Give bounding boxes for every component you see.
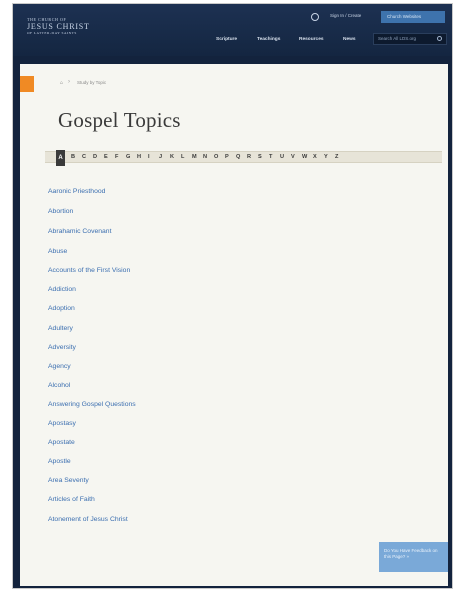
- nav-news[interactable]: News: [343, 37, 356, 42]
- topic-link[interactable]: Area Seventy: [48, 477, 89, 484]
- topic-link[interactable]: Articles of Faith: [48, 496, 95, 503]
- letter-z[interactable]: Z: [335, 154, 338, 160]
- home-icon[interactable]: ⌂: [60, 80, 63, 86]
- topic-link[interactable]: Alcohol: [48, 382, 70, 389]
- topic-link[interactable]: Abrahamic Covenant: [48, 228, 111, 235]
- topic-link[interactable]: Adversity: [48, 344, 76, 351]
- topic-link[interactable]: Atonement of Jesus Christ: [48, 516, 128, 523]
- topic-link[interactable]: Aaronic Priesthood: [48, 188, 105, 195]
- letter-v[interactable]: V: [291, 154, 295, 160]
- search-input[interactable]: Search All LDS.org: [373, 33, 447, 45]
- church-logo[interactable]: THE CHURCH OF JESUS CHRIST OF LATTER-DAY…: [27, 18, 90, 36]
- letter-u[interactable]: U: [280, 154, 284, 160]
- letter-o[interactable]: O: [214, 154, 218, 160]
- topic-link[interactable]: Accounts of the First Vision: [48, 267, 130, 274]
- letter-q[interactable]: Q: [236, 154, 240, 160]
- letter-b[interactable]: B: [71, 154, 75, 160]
- side-tab[interactable]: [20, 76, 34, 92]
- main-content: ⌂ › Study by Topic Gospel Topics A B C D…: [20, 64, 448, 586]
- breadcrumb[interactable]: Study by Topic: [77, 80, 106, 85]
- alphabet-bar: A B C D E F G H I J K L M N O P Q R S T …: [45, 150, 442, 166]
- letter-d[interactable]: D: [93, 154, 97, 160]
- site-header: THE CHURCH OF JESUS CHRIST OF LATTER-DAY…: [13, 4, 452, 56]
- topic-link[interactable]: Answering Gospel Questions: [48, 401, 136, 408]
- nav-teachings[interactable]: Teachings: [257, 37, 280, 42]
- topic-link[interactable]: Adoption: [48, 305, 75, 312]
- letter-i[interactable]: I: [148, 154, 150, 160]
- letter-j[interactable]: J: [159, 154, 162, 160]
- letter-m[interactable]: M: [192, 154, 197, 160]
- letter-x[interactable]: X: [313, 154, 317, 160]
- logo-line-2: JESUS CHRIST: [27, 22, 90, 31]
- letter-r[interactable]: R: [247, 154, 251, 160]
- letter-l[interactable]: L: [181, 154, 184, 160]
- topic-link[interactable]: Adultery: [48, 325, 73, 332]
- signin-link[interactable]: Sign In / Create: [330, 13, 361, 18]
- church-websites-button[interactable]: Church Websites: [381, 11, 445, 23]
- letter-p[interactable]: P: [225, 154, 229, 160]
- letter-w[interactable]: W: [302, 154, 307, 160]
- feedback-line-2: this Page? »: [384, 554, 410, 560]
- topic-link[interactable]: Apostasy: [48, 420, 76, 427]
- letter-g[interactable]: G: [126, 154, 130, 160]
- logo-line-3: OF LATTER-DAY SAINTS: [27, 31, 77, 35]
- letter-a-active[interactable]: A: [56, 150, 65, 166]
- letter-t[interactable]: T: [269, 154, 272, 160]
- topic-link[interactable]: Apostle: [48, 458, 71, 465]
- search-placeholder: Search All LDS.org: [378, 36, 417, 41]
- globe-icon[interactable]: [311, 13, 319, 21]
- letter-h[interactable]: H: [137, 154, 141, 160]
- page-title: Gospel Topics: [58, 108, 181, 132]
- letter-e[interactable]: E: [104, 154, 108, 160]
- nav-resources[interactable]: Resources: [299, 37, 324, 42]
- letter-s[interactable]: S: [258, 154, 262, 160]
- search-icon[interactable]: [437, 36, 442, 41]
- feedback-button[interactable]: Do You Have Feedback on this Page? »: [379, 542, 448, 572]
- letter-f[interactable]: F: [115, 154, 118, 160]
- letter-c[interactable]: C: [82, 154, 86, 160]
- letter-n[interactable]: N: [203, 154, 207, 160]
- topic-link[interactable]: Agency: [48, 363, 71, 370]
- nav-scripture[interactable]: Scripture: [216, 37, 237, 42]
- topic-link[interactable]: Addiction: [48, 286, 76, 293]
- breadcrumb-separator: ›: [68, 79, 70, 85]
- letter-k[interactable]: K: [170, 154, 174, 160]
- letter-y[interactable]: Y: [324, 154, 328, 160]
- topic-link[interactable]: Abuse: [48, 248, 67, 255]
- topic-link[interactable]: Apostate: [48, 439, 75, 446]
- topic-link[interactable]: Abortion: [48, 208, 73, 215]
- browser-frame: THE CHURCH OF JESUS CHRIST OF LATTER-DAY…: [12, 3, 453, 589]
